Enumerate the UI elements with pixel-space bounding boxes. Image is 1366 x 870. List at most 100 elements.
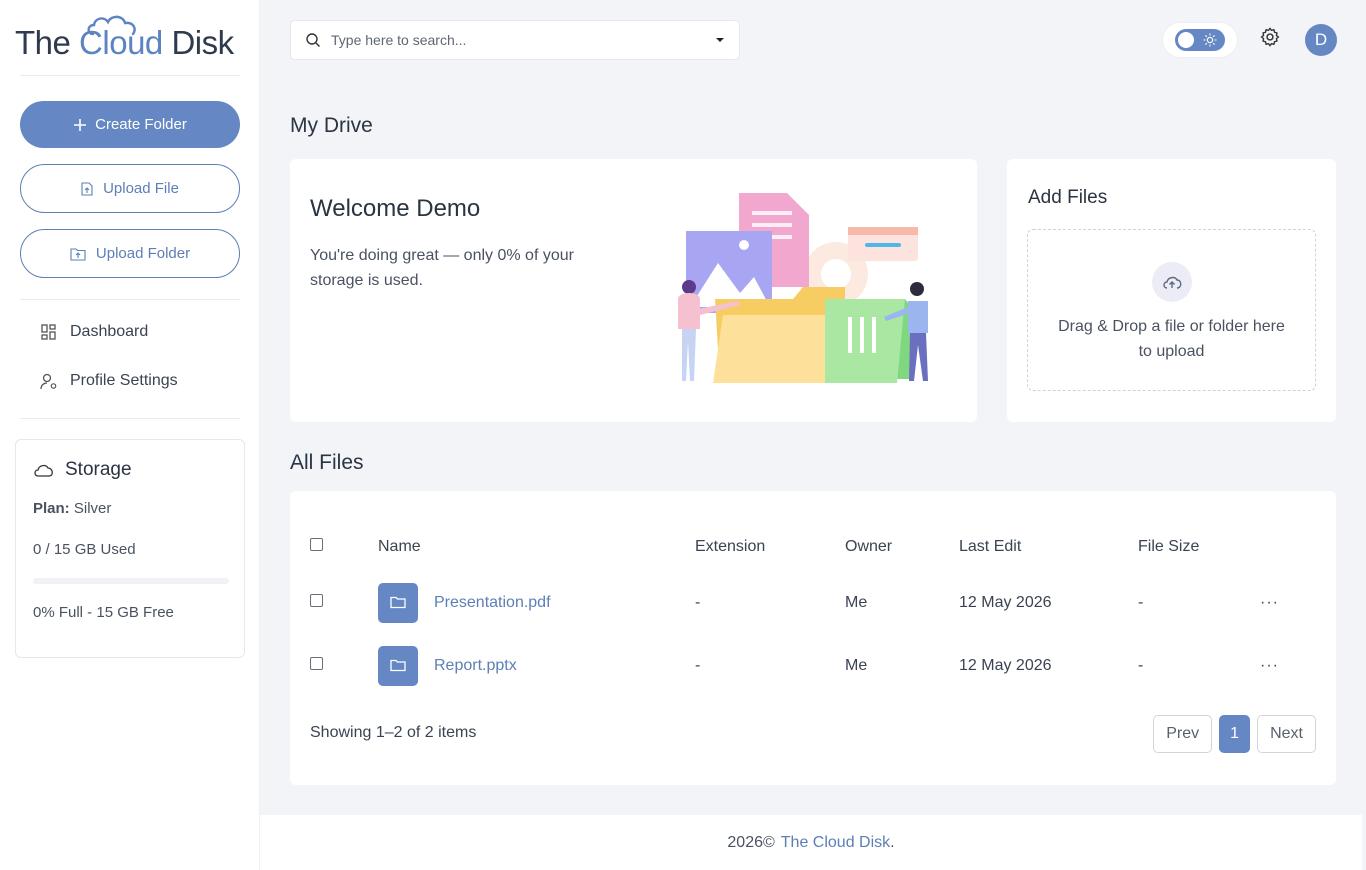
extension-cell: - xyxy=(695,656,701,674)
column-header-last-edit[interactable]: Last Edit xyxy=(959,523,1138,571)
cloud-upload-icon xyxy=(1162,276,1181,289)
dashboard-icon xyxy=(41,324,56,340)
more-options-icon[interactable]: ··· xyxy=(1260,657,1279,674)
file-upload-icon xyxy=(81,181,93,196)
folder-icon xyxy=(390,596,406,609)
file-type-badge xyxy=(378,645,418,686)
name-cell: Report.pptx xyxy=(378,634,695,697)
add-files-card: Add Files Drag & Drop a file or folder h… xyxy=(1007,159,1336,422)
plan-label: Plan: xyxy=(33,500,70,517)
create-folder-label: Create Folder xyxy=(95,116,187,133)
owner-cell: Me xyxy=(845,593,868,611)
file-name-link[interactable]: Report.pptx xyxy=(434,657,517,675)
column-header-actions xyxy=(1260,523,1316,571)
owner-cell: Me xyxy=(845,656,868,674)
upload-dropzone[interactable]: Drag & Drop a file or folder here to upl… xyxy=(1027,229,1316,391)
page-title: My Drive xyxy=(290,114,373,137)
welcome-card: Welcome Demo You're doing great — only 0… xyxy=(290,159,977,422)
footer-brand-link[interactable]: The Cloud Disk xyxy=(781,834,890,851)
search-input[interactable] xyxy=(331,32,715,48)
row-actions-cell: ··· xyxy=(1260,571,1316,634)
upload-icon-wrapper xyxy=(1151,262,1192,302)
folder-icon xyxy=(390,659,406,672)
files-card: Name Extension Owner Last Edit File Size… xyxy=(290,491,1336,785)
row-checkbox[interactable] xyxy=(310,593,323,607)
row-actions-cell: ··· xyxy=(1260,634,1316,697)
sidebar-item-dashboard[interactable]: Dashboard xyxy=(40,323,148,341)
toggle-knob xyxy=(1178,32,1194,48)
user-settings-icon xyxy=(40,373,57,390)
caret-down-icon[interactable] xyxy=(715,37,725,43)
divider xyxy=(20,299,240,300)
folder-upload-icon xyxy=(70,247,86,261)
footer-suffix: . xyxy=(890,833,895,851)
upload-file-label: Upload File xyxy=(103,180,179,197)
welcome-title: Welcome Demo xyxy=(310,195,481,222)
welcome-text: You're doing great — only 0% of your sto… xyxy=(310,247,574,289)
add-files-title: Add Files xyxy=(1028,187,1108,208)
search-icon xyxy=(306,33,320,47)
last-edit-cell: 12 May 2026 xyxy=(959,593,1052,611)
file-size-cell: - xyxy=(1138,593,1144,611)
all-files-title: All Files xyxy=(290,451,364,474)
footer: 2026© The Cloud Disk. xyxy=(260,815,1362,870)
logo-text-disk: Disk xyxy=(171,24,234,61)
table-row[interactable]: Report.pptx - Me 12 May 2026 - ··· xyxy=(310,634,1316,697)
pagination: Prev 1 Next xyxy=(1153,715,1316,753)
column-header-owner[interactable]: Owner xyxy=(845,523,959,571)
sidebar: The Cloud Disk Create Folder Upload File… xyxy=(0,0,260,870)
more-options-icon[interactable]: ··· xyxy=(1260,594,1279,611)
storage-plan: Plan: Silver xyxy=(33,500,111,517)
upload-folder-button[interactable]: Upload Folder xyxy=(20,229,240,278)
last-edit-cell: 12 May 2026 xyxy=(959,656,1052,674)
sidebar-item-label: Profile Settings xyxy=(70,372,178,389)
storage-card: Storage Plan: Silver 0 / 15 GB Used 0% F… xyxy=(15,439,245,658)
file-type-badge xyxy=(378,582,418,623)
sun-icon xyxy=(1203,33,1217,47)
file-size-cell: - xyxy=(1138,656,1144,674)
storage-title-text: Storage xyxy=(65,459,132,480)
table-row[interactable]: Presentation.pdf - Me 12 May 2026 - ··· xyxy=(310,571,1316,634)
footer-year: 2026© xyxy=(727,833,775,851)
plus-icon xyxy=(74,118,87,131)
file-name-link[interactable]: Presentation.pdf xyxy=(434,594,551,612)
storage-progress-bar xyxy=(33,578,229,584)
logo-text-the: The xyxy=(15,24,71,61)
dropzone-text: Drag & Drop a file or folder here to upl… xyxy=(1058,318,1285,360)
theme-toggle-wrapper xyxy=(1162,22,1238,58)
welcome-illustration xyxy=(678,193,928,383)
theme-toggle[interactable] xyxy=(1175,29,1225,51)
row-checkbox[interactable] xyxy=(310,656,323,670)
row-select-cell xyxy=(310,571,378,634)
storage-summary: 0% Full - 15 GB Free xyxy=(33,604,174,621)
column-header-file-size[interactable]: File Size xyxy=(1138,523,1260,571)
next-page-button[interactable]: Next xyxy=(1257,715,1316,753)
upload-file-button[interactable]: Upload File xyxy=(20,164,240,213)
select-all-checkbox[interactable] xyxy=(310,538,323,551)
row-select-cell xyxy=(310,634,378,697)
app-logo[interactable]: The Cloud Disk xyxy=(15,14,245,62)
search-bar[interactable] xyxy=(290,20,740,60)
upload-folder-label: Upload Folder xyxy=(95,245,191,262)
column-header-name[interactable]: Name xyxy=(378,523,695,571)
column-header-extension[interactable]: Extension xyxy=(695,523,845,571)
divider xyxy=(20,418,240,419)
divider xyxy=(20,75,240,76)
page-button-current[interactable]: 1 xyxy=(1219,715,1251,753)
select-all-cell xyxy=(310,523,378,571)
cloud-icon xyxy=(34,464,53,477)
plan-value: Silver xyxy=(73,500,112,517)
storage-used: 0 / 15 GB Used xyxy=(33,541,136,558)
storage-title: Storage xyxy=(33,459,132,481)
name-cell: Presentation.pdf xyxy=(378,571,695,634)
extension-cell: - xyxy=(695,593,701,611)
avatar[interactable]: D xyxy=(1305,24,1337,56)
logo-text-cloud: Cloud xyxy=(79,24,163,61)
prev-page-button[interactable]: Prev xyxy=(1153,715,1213,753)
gear-icon[interactable] xyxy=(1259,26,1281,48)
sidebar-item-profile-settings[interactable]: Profile Settings xyxy=(40,372,178,390)
create-folder-button[interactable]: Create Folder xyxy=(20,101,240,148)
files-table: Name Extension Owner Last Edit File Size… xyxy=(310,523,1316,697)
sidebar-item-label: Dashboard xyxy=(70,323,149,340)
table-header-row: Name Extension Owner Last Edit File Size xyxy=(310,523,1316,571)
